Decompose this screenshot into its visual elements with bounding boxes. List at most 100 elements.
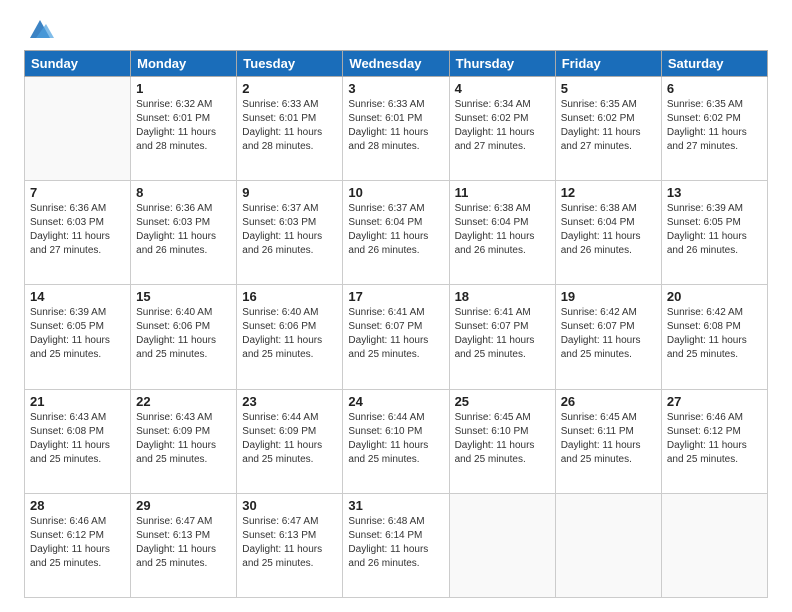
header-monday: Monday xyxy=(131,51,237,77)
day-info: Sunrise: 6:45 AMSunset: 6:10 PMDaylight:… xyxy=(455,411,550,467)
day-cell: 30Sunrise: 6:47 AMSunset: 6:13 PMDayligh… xyxy=(237,493,343,597)
day-cell: 1 Sunrise: 6:32 AMSunset: 6:01 PMDaylight… xyxy=(131,77,237,181)
day-info: Sunrise: 6:47 AMSunset: 6:13 PMDaylight:… xyxy=(136,515,231,571)
header-sunday: Sunday xyxy=(25,51,131,77)
day-cell: 11 Sunrise: 6:38 AMSunset: 6:04 PMDayligh… xyxy=(449,181,555,285)
day-number: 29 xyxy=(136,498,231,513)
day-info: Sunrise: 6:40 AMSunset: 6:06 PMDaylight:… xyxy=(242,306,337,362)
day-number: 23 xyxy=(242,394,337,409)
week-row-4: 21Sunrise: 6:43 AMSunset: 6:08 PMDayligh… xyxy=(25,389,768,493)
day-number: 12 xyxy=(561,185,656,200)
day-info: Sunrise: 6:33 AMSunset: 6:01 PMDaylight:… xyxy=(242,98,337,154)
day-info: Sunrise: 6:41 AMSunset: 6:07 PMDaylight:… xyxy=(455,306,550,362)
day-cell: 10 Sunrise: 6:37 AMSunset: 6:04 PMDayligh… xyxy=(343,181,449,285)
day-info: Sunrise: 6:47 AMSunset: 6:13 PMDaylight:… xyxy=(242,515,337,571)
day-info: Sunrise: 6:38 AMSunset: 6:04 PMDaylight:… xyxy=(455,202,550,258)
weekday-header-row: Sunday Monday Tuesday Wednesday Thursday… xyxy=(25,51,768,77)
day-cell: 24Sunrise: 6:44 AMSunset: 6:10 PMDayligh… xyxy=(343,389,449,493)
day-cell: 19Sunrise: 6:42 AMSunset: 6:07 PMDayligh… xyxy=(555,285,661,389)
day-info: Sunrise: 6:41 AMSunset: 6:07 PMDaylight:… xyxy=(348,306,443,362)
header-thursday: Thursday xyxy=(449,51,555,77)
day-cell xyxy=(449,493,555,597)
day-cell: 22 Sunrise: 6:43 AMSunset: 6:09 PMDayligh… xyxy=(131,389,237,493)
day-cell: 6 Sunrise: 6:35 AMSunset: 6:02 PMDaylight… xyxy=(661,77,767,181)
week-row-1: 1 Sunrise: 6:32 AMSunset: 6:01 PMDaylight… xyxy=(25,77,768,181)
day-number: 28 xyxy=(30,498,125,513)
week-row-3: 14 Sunrise: 6:39 AMSunset: 6:05 PMDayligh… xyxy=(25,285,768,389)
day-cell: 4 Sunrise: 6:34 AMSunset: 6:02 PMDaylight… xyxy=(449,77,555,181)
day-cell: 3 Sunrise: 6:33 AMSunset: 6:01 PMDaylight… xyxy=(343,77,449,181)
day-cell: 17 Sunrise: 6:41 AMSunset: 6:07 PMDayligh… xyxy=(343,285,449,389)
day-number: 11 xyxy=(455,185,550,200)
header-friday: Friday xyxy=(555,51,661,77)
day-info: Sunrise: 6:39 AMSunset: 6:05 PMDaylight:… xyxy=(667,202,762,258)
day-info: Sunrise: 6:40 AMSunset: 6:06 PMDaylight:… xyxy=(136,306,231,362)
day-number: 22 xyxy=(136,394,231,409)
day-number: 7 xyxy=(30,185,125,200)
day-cell: 14 Sunrise: 6:39 AMSunset: 6:05 PMDayligh… xyxy=(25,285,131,389)
day-number: 3 xyxy=(348,81,443,96)
day-number: 17 xyxy=(348,289,443,304)
logo xyxy=(24,18,54,40)
day-info: Sunrise: 6:46 AMSunset: 6:12 PMDaylight:… xyxy=(30,515,125,571)
day-info: Sunrise: 6:42 AMSunset: 6:08 PMDaylight:… xyxy=(667,306,762,362)
day-cell: 28 Sunrise: 6:46 AMSunset: 6:12 PMDayligh… xyxy=(25,493,131,597)
day-info: Sunrise: 6:38 AMSunset: 6:04 PMDaylight:… xyxy=(561,202,656,258)
day-cell: 2 Sunrise: 6:33 AMSunset: 6:01 PMDaylight… xyxy=(237,77,343,181)
page: Sunday Monday Tuesday Wednesday Thursday… xyxy=(0,0,792,612)
day-number: 1 xyxy=(136,81,231,96)
day-number: 25 xyxy=(455,394,550,409)
day-info: Sunrise: 6:44 AMSunset: 6:09 PMDaylight:… xyxy=(242,411,337,467)
day-number: 6 xyxy=(667,81,762,96)
week-row-2: 7 Sunrise: 6:36 AMSunset: 6:03 PMDaylight… xyxy=(25,181,768,285)
calendar-table: Sunday Monday Tuesday Wednesday Thursday… xyxy=(24,50,768,598)
day-number: 26 xyxy=(561,394,656,409)
day-cell: 29 Sunrise: 6:47 AMSunset: 6:13 PMDayligh… xyxy=(131,493,237,597)
day-number: 15 xyxy=(136,289,231,304)
day-cell: 27Sunrise: 6:46 AMSunset: 6:12 PMDayligh… xyxy=(661,389,767,493)
day-info: Sunrise: 6:34 AMSunset: 6:02 PMDaylight:… xyxy=(455,98,550,154)
day-number: 8 xyxy=(136,185,231,200)
day-cell: 7 Sunrise: 6:36 AMSunset: 6:03 PMDaylight… xyxy=(25,181,131,285)
day-number: 13 xyxy=(667,185,762,200)
day-cell: 16Sunrise: 6:40 AMSunset: 6:06 PMDayligh… xyxy=(237,285,343,389)
day-info: Sunrise: 6:36 AMSunset: 6:03 PMDaylight:… xyxy=(30,202,125,258)
day-number: 20 xyxy=(667,289,762,304)
week-row-5: 28 Sunrise: 6:46 AMSunset: 6:12 PMDayligh… xyxy=(25,493,768,597)
day-number: 2 xyxy=(242,81,337,96)
header-wednesday: Wednesday xyxy=(343,51,449,77)
day-info: Sunrise: 6:33 AMSunset: 6:01 PMDaylight:… xyxy=(348,98,443,154)
day-number: 9 xyxy=(242,185,337,200)
day-info: Sunrise: 6:32 AMSunset: 6:01 PMDaylight:… xyxy=(136,98,231,154)
day-cell: 9 Sunrise: 6:37 AMSunset: 6:03 PMDaylight… xyxy=(237,181,343,285)
day-info: Sunrise: 6:37 AMSunset: 6:04 PMDaylight:… xyxy=(348,202,443,258)
day-cell: 5Sunrise: 6:35 AMSunset: 6:02 PMDaylight… xyxy=(555,77,661,181)
day-info: Sunrise: 6:43 AMSunset: 6:09 PMDaylight:… xyxy=(136,411,231,467)
day-number: 14 xyxy=(30,289,125,304)
day-info: Sunrise: 6:45 AMSunset: 6:11 PMDaylight:… xyxy=(561,411,656,467)
day-info: Sunrise: 6:37 AMSunset: 6:03 PMDaylight:… xyxy=(242,202,337,258)
day-cell: 26 Sunrise: 6:45 AMSunset: 6:11 PMDayligh… xyxy=(555,389,661,493)
day-cell xyxy=(661,493,767,597)
day-cell: 23 Sunrise: 6:44 AMSunset: 6:09 PMDayligh… xyxy=(237,389,343,493)
day-cell: 15 Sunrise: 6:40 AMSunset: 6:06 PMDayligh… xyxy=(131,285,237,389)
day-cell xyxy=(25,77,131,181)
day-number: 31 xyxy=(348,498,443,513)
day-number: 10 xyxy=(348,185,443,200)
header-saturday: Saturday xyxy=(661,51,767,77)
day-cell: 13 Sunrise: 6:39 AMSunset: 6:05 PMDayligh… xyxy=(661,181,767,285)
day-cell: 12 Sunrise: 6:38 AMSunset: 6:04 PMDayligh… xyxy=(555,181,661,285)
day-info: Sunrise: 6:44 AMSunset: 6:10 PMDaylight:… xyxy=(348,411,443,467)
day-cell: 20 Sunrise: 6:42 AMSunset: 6:08 PMDayligh… xyxy=(661,285,767,389)
day-number: 18 xyxy=(455,289,550,304)
day-cell: 31Sunrise: 6:48 AMSunset: 6:14 PMDayligh… xyxy=(343,493,449,597)
header xyxy=(24,18,768,40)
day-info: Sunrise: 6:39 AMSunset: 6:05 PMDaylight:… xyxy=(30,306,125,362)
day-info: Sunrise: 6:35 AMSunset: 6:02 PMDaylight:… xyxy=(561,98,656,154)
day-number: 4 xyxy=(455,81,550,96)
day-cell: 25 Sunrise: 6:45 AMSunset: 6:10 PMDayligh… xyxy=(449,389,555,493)
day-info: Sunrise: 6:46 AMSunset: 6:12 PMDaylight:… xyxy=(667,411,762,467)
day-info: Sunrise: 6:42 AMSunset: 6:07 PMDaylight:… xyxy=(561,306,656,362)
day-cell: 18 Sunrise: 6:41 AMSunset: 6:07 PMDayligh… xyxy=(449,285,555,389)
day-info: Sunrise: 6:35 AMSunset: 6:02 PMDaylight:… xyxy=(667,98,762,154)
